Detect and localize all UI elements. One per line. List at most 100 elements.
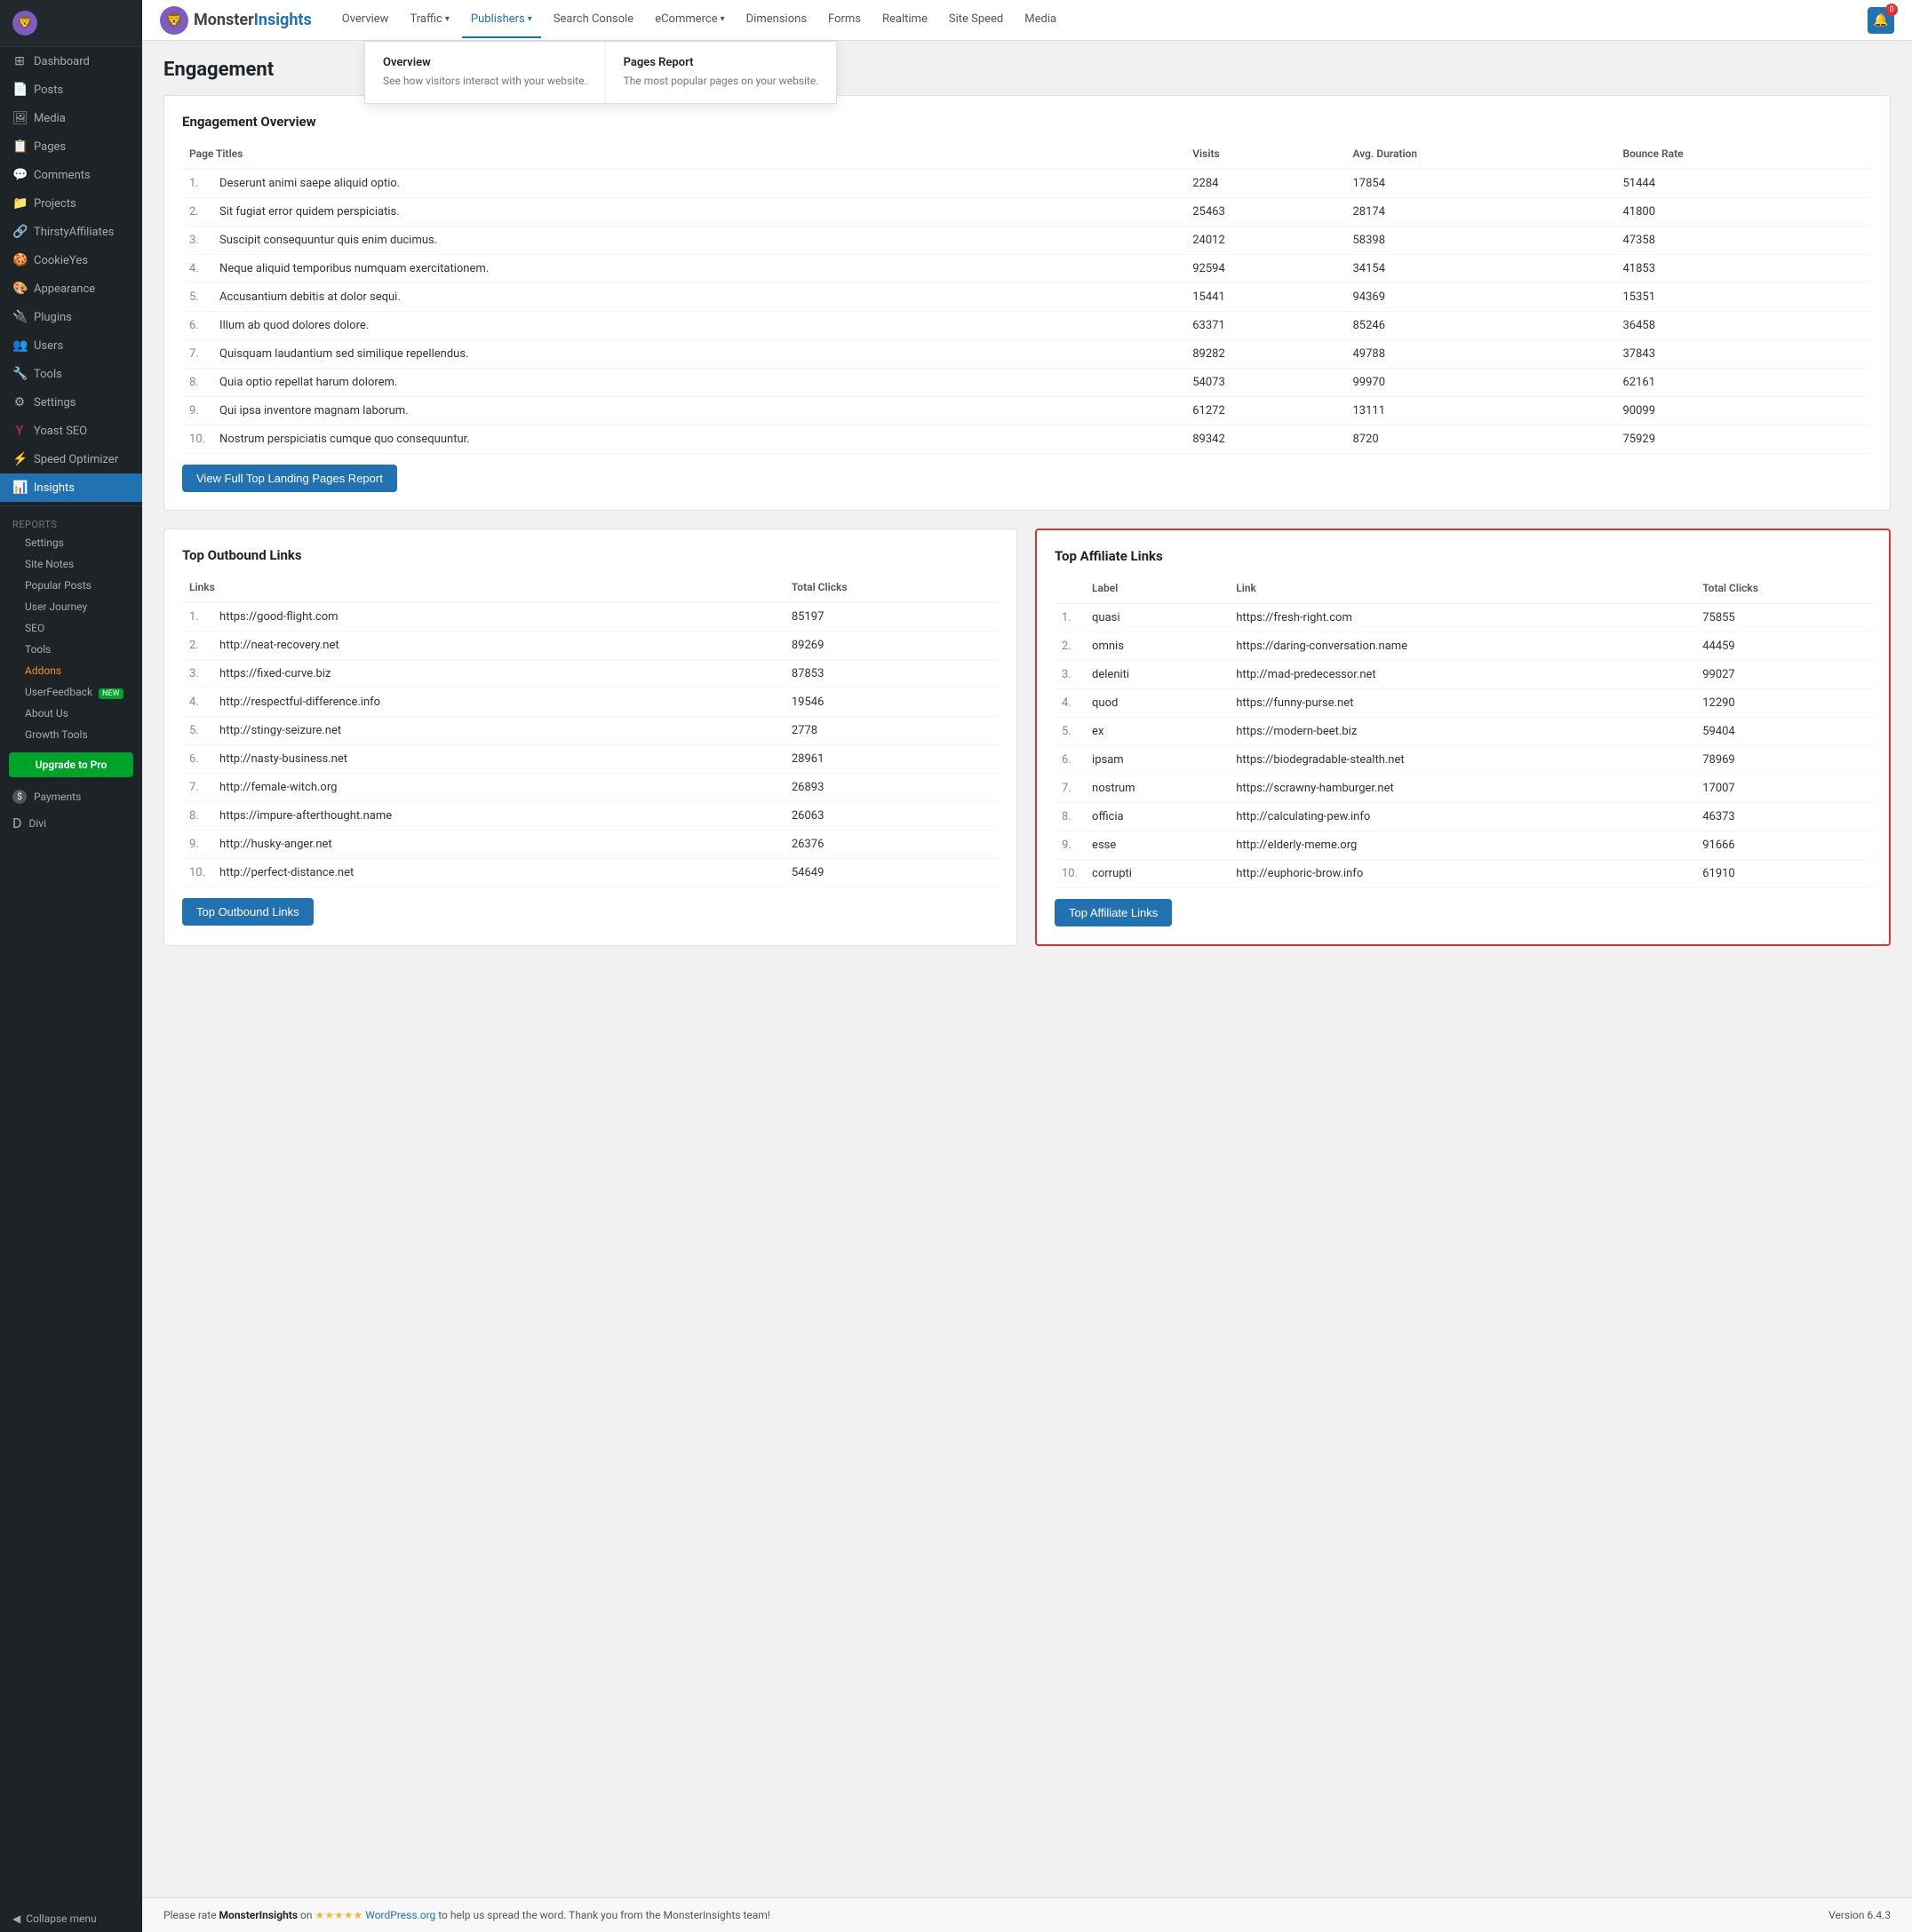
sidebar-item-comments[interactable]: 💬 Comments (0, 161, 142, 189)
sidebar-item-plugins[interactable]: 🔌 Plugins (0, 303, 142, 331)
clicks-cell: 26063 (785, 802, 999, 831)
bounce-rate-cell: 41853 (1616, 255, 1873, 283)
sidebar-item-cookieyes[interactable]: 🍪 CookieYes (0, 246, 142, 274)
sidebar-sub-about[interactable]: About Us (0, 703, 142, 724)
link-cell: https://impure-afterthought.name (212, 802, 785, 831)
sidebar-item-posts[interactable]: 📄 Posts (0, 76, 142, 104)
row-num: 7. (182, 340, 212, 369)
clicks-cell: 85197 (785, 603, 999, 632)
sidebar-sub-growth[interactable]: Growth Tools (0, 724, 142, 745)
sidebar-item-media[interactable]: 🖼 Media (0, 104, 142, 132)
sidebar-item-appearance[interactable]: 🎨 Appearance (0, 274, 142, 303)
avg-duration-cell: 49788 (1346, 340, 1616, 369)
row-num: 6. (1055, 746, 1085, 775)
payments-icon: $ (12, 790, 27, 804)
table-row: 8. officia http://calculating-pew.info 4… (1055, 803, 1871, 831)
collapse-menu-button[interactable]: ◀ Collapse menu (0, 1905, 142, 1932)
avg-duration-cell: 58398 (1346, 227, 1616, 255)
tab-publishers[interactable]: Publishers ▾ (462, 2, 541, 38)
link-cell: http://calculating-pew.info (1229, 803, 1695, 831)
sidebar-item-thirstyaffiliates[interactable]: 🔗 ThirstyAffiliates (0, 218, 142, 246)
bounce-rate-cell: 62161 (1616, 369, 1873, 397)
notification-button[interactable]: 🔔 0 (1868, 7, 1894, 34)
affiliate-table: Label Link Total Clicks 1. quasi https:/… (1055, 576, 1871, 888)
tab-overview[interactable]: Overview (333, 2, 398, 38)
sidebar-sub-settings[interactable]: Settings (0, 532, 142, 553)
sidebar-item-divi[interactable]: D Divi (0, 809, 142, 837)
sidebar-item-tools[interactable]: 🔧 Tools (0, 360, 142, 388)
sidebar-item-projects[interactable]: 📁 Projects (0, 189, 142, 218)
engagement-overview-title: Engagement Overview (182, 114, 1872, 130)
sidebar-item-payments[interactable]: $ Payments (0, 784, 142, 809)
table-row: 2. Sit fugiat error quidem perspiciatis.… (182, 198, 1872, 227)
row-num: 4. (182, 688, 212, 717)
sidebar-sub-userfeedback[interactable]: UserFeedback NEW (0, 681, 142, 703)
avg-duration-cell: 13111 (1346, 397, 1616, 425)
footer-link[interactable]: WordPress.org (365, 1909, 435, 1921)
bounce-rate-cell: 36458 (1616, 312, 1873, 340)
affiliate-title: Top Affiliate Links (1055, 548, 1871, 564)
clicks-cell: 12290 (1695, 689, 1871, 718)
tab-media[interactable]: Media (1016, 2, 1065, 38)
tab-forms[interactable]: Forms (819, 2, 870, 38)
link-cell: http://mad-predecessor.net (1229, 661, 1695, 689)
view-full-report-button[interactable]: View Full Top Landing Pages Report (182, 465, 397, 492)
row-num: 7. (1055, 775, 1085, 803)
label-cell: deleniti (1085, 661, 1229, 689)
affiliate-links-button[interactable]: Top Affiliate Links (1055, 899, 1172, 926)
visits-cell: 89342 (1185, 425, 1345, 454)
visits-cell: 89282 (1185, 340, 1345, 369)
affiliate-col-clicks: Total Clicks (1695, 576, 1871, 604)
affiliate-col-num (1055, 576, 1085, 604)
sidebar-sub-user-journey[interactable]: User Journey (0, 596, 142, 617)
tab-dimensions[interactable]: Dimensions (737, 2, 816, 38)
sidebar-item-speed[interactable]: ⚡ Speed Optimizer (0, 445, 142, 473)
outbound-links-button[interactable]: Top Outbound Links (182, 898, 314, 926)
dropdown-col-overview[interactable]: Overview See how visitors interact with … (365, 42, 606, 103)
outbound-table: Links Total Clicks 1. https://good-fligh… (182, 576, 999, 887)
sidebar-label-plugins: Plugins (34, 311, 72, 324)
sidebar-label-speed: Speed Optimizer (34, 453, 118, 466)
tab-ecommerce[interactable]: eCommerce ▾ (646, 2, 733, 38)
tab-search-console[interactable]: Search Console (545, 2, 642, 38)
sidebar: 🦁 ⊞ Dashboard 📄 Posts 🖼 Media 📋 Pages 💬 … (0, 0, 142, 1932)
page-title-cell: Suscipit consequuntur quis enim ducimus. (212, 227, 1185, 255)
link-cell: http://euphoric-brow.info (1229, 860, 1695, 888)
sidebar-sub-tools[interactable]: Tools (0, 639, 142, 660)
avg-duration-cell: 85246 (1346, 312, 1616, 340)
row-num: 3. (182, 660, 212, 688)
sidebar-sub-addons[interactable]: Addons (0, 660, 142, 681)
bounce-rate-cell: 15351 (1616, 283, 1873, 312)
main-content: 🦁 MonsterInsights Overview Traffic ▾ Pub… (142, 0, 1912, 1932)
sidebar-item-yoast[interactable]: Y Yoast SEO (0, 417, 142, 445)
upgrade-to-pro-button[interactable]: Upgrade to Pro (9, 752, 133, 777)
publishers-chevron: ▾ (528, 14, 532, 24)
sidebar-sub-site-notes[interactable]: Site Notes (0, 553, 142, 575)
tab-traffic[interactable]: Traffic ▾ (401, 2, 458, 38)
page-title-cell: Accusantium debitis at dolor sequi. (212, 283, 1185, 312)
footer: Please rate MonsterInsights on ★★★★★ Wor… (142, 1897, 1912, 1932)
link-cell: https://good-flight.com (212, 603, 785, 632)
footer-brand: MonsterInsights (219, 1909, 298, 1921)
sidebar-sub-popular-posts[interactable]: Popular Posts (0, 575, 142, 596)
tab-realtime[interactable]: Realtime (873, 2, 936, 38)
sidebar-item-pages[interactable]: 📋 Pages (0, 132, 142, 161)
sidebar-item-insights[interactable]: 📊 Insights (0, 473, 142, 502)
tab-site-speed[interactable]: Site Speed (940, 2, 1012, 38)
dropdown-overview-desc: See how visitors interact with your webs… (383, 73, 587, 89)
divi-icon: D (12, 815, 22, 831)
footer-text-middle: on (300, 1909, 315, 1921)
traffic-chevron: ▾ (445, 14, 450, 24)
clicks-cell: 99027 (1695, 661, 1871, 689)
row-num: 8. (182, 802, 212, 831)
clicks-cell: 61910 (1695, 860, 1871, 888)
sidebar-item-dashboard[interactable]: ⊞ Dashboard (0, 47, 142, 76)
avg-duration-cell: 28174 (1346, 198, 1616, 227)
dropdown-col-pages[interactable]: Pages Report The most popular pages on y… (606, 42, 837, 103)
row-num: 1. (182, 603, 212, 632)
sidebar-item-users[interactable]: 👥 Users (0, 331, 142, 360)
sidebar-sub-seo[interactable]: SEO (0, 617, 142, 639)
outbound-col-clicks: Total Clicks (785, 576, 999, 603)
sidebar-item-settings[interactable]: ⚙ Settings (0, 388, 142, 417)
link-cell: https://daring-conversation.name (1229, 632, 1695, 661)
